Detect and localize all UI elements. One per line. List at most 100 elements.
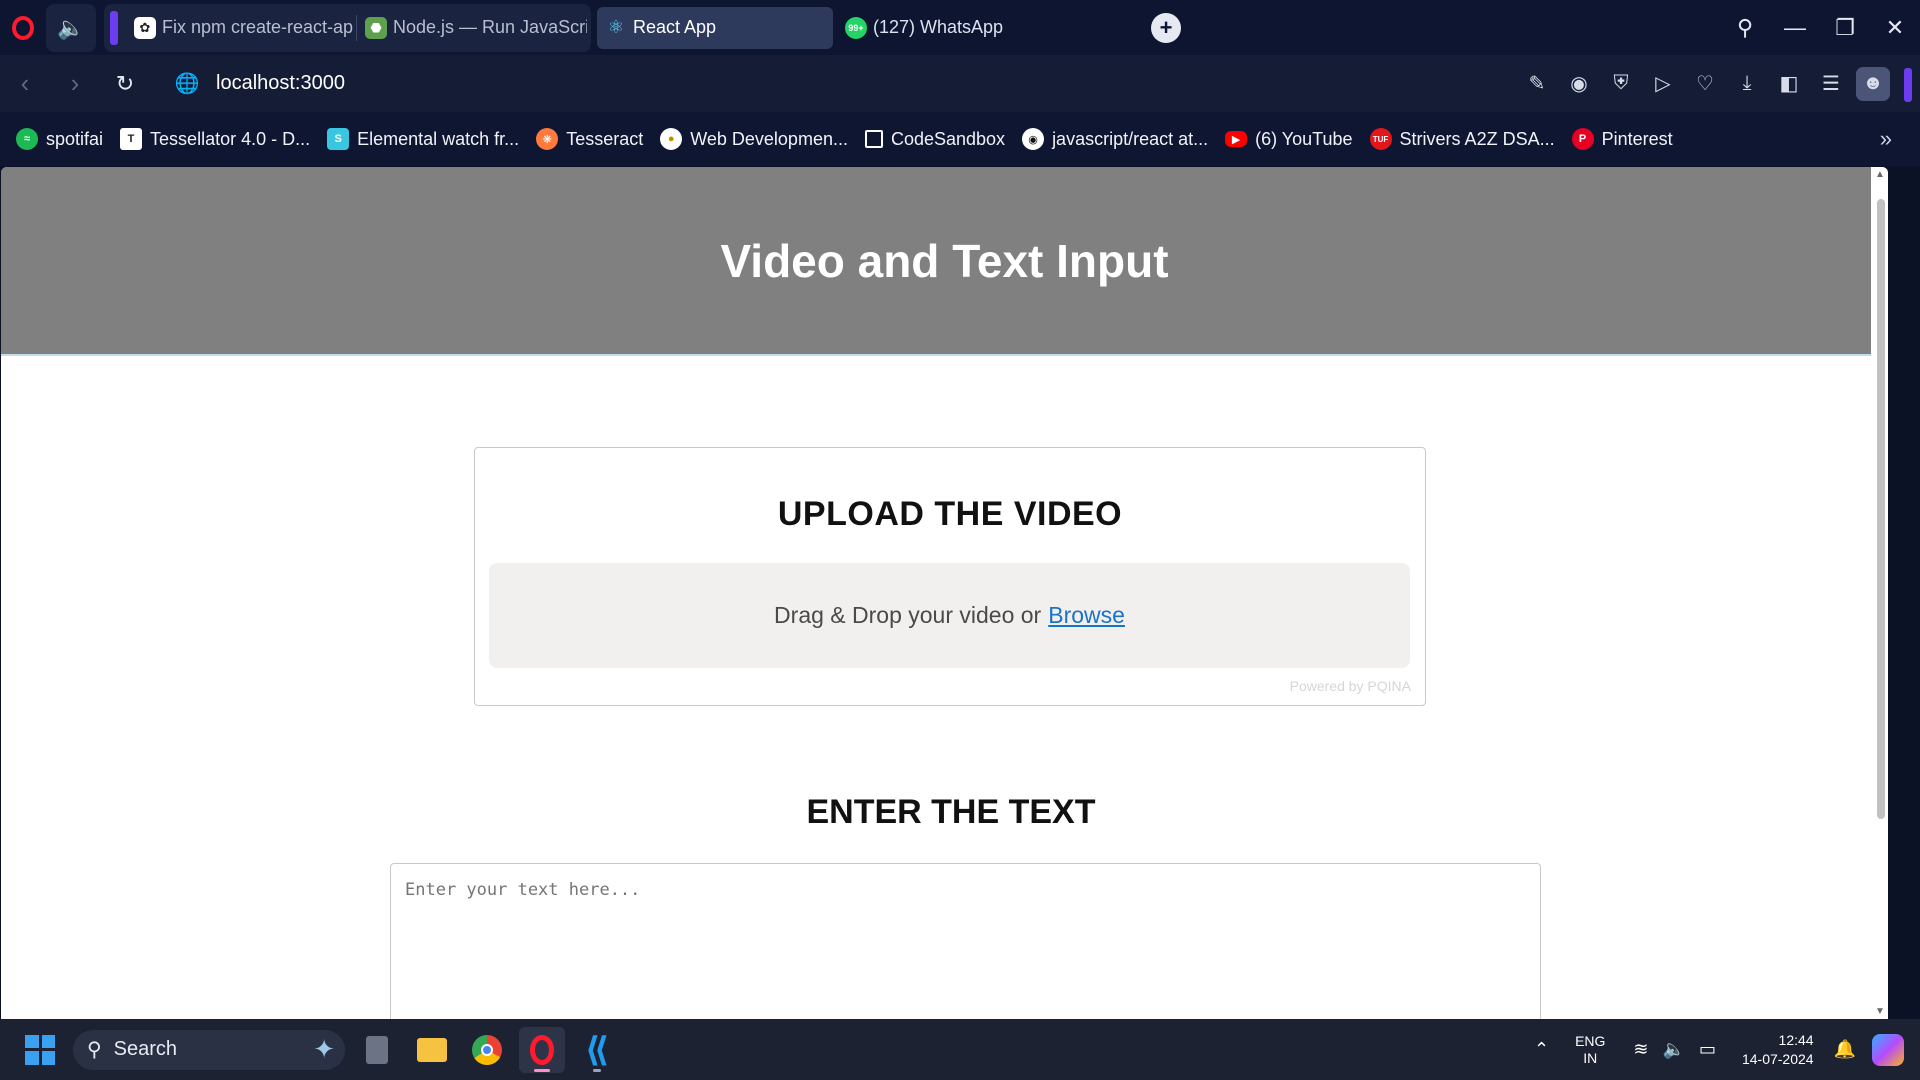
text-section-title: ENTER THE TEXT	[806, 793, 1096, 831]
web-dev-icon: ●	[660, 128, 683, 150]
tab-whatsapp[interactable]: 99+ (127) WhatsApp	[837, 7, 1067, 49]
tab-react-app[interactable]: ⚛ React App	[597, 6, 833, 49]
speaker-icon[interactable]: 🔈	[46, 3, 96, 52]
powered-by-label[interactable]: Powered by PQINA	[1290, 678, 1411, 694]
tessellator-icon: T	[120, 128, 143, 150]
forward-icon[interactable]: ›	[50, 55, 100, 112]
clock-date: 14-07-2024	[1741, 1050, 1814, 1067]
opera-taskbar-icon[interactable]	[519, 1026, 565, 1073]
scrollbar-thumb[interactable]	[1877, 199, 1885, 819]
nodejs-icon: ⬣	[365, 16, 387, 39]
tab-fix-npm[interactable]: ✿ Fix npm create-react-ap	[126, 7, 356, 49]
reload-icon[interactable]: ↻	[100, 55, 150, 112]
globe-icon[interactable]: 🌐	[172, 71, 202, 96]
bookmark-label: (6) YouTube	[1255, 128, 1353, 149]
bookmark-pinterest[interactable]: P Pinterest	[1571, 128, 1673, 150]
bookmark-elemental[interactable]: S Elemental watch fr...	[327, 128, 519, 150]
search-highlight-icon: ✦	[313, 1034, 335, 1064]
scroll-down-icon[interactable]: ▼	[1875, 1006, 1885, 1017]
bookmark-github-react[interactable]: ◉ javascript/react at...	[1022, 128, 1208, 150]
github-icon: ◉	[1022, 128, 1045, 150]
download-icon[interactable]: ⤓	[1726, 72, 1768, 95]
back-icon[interactable]: ‹	[0, 55, 50, 112]
volume-icon[interactable]: 🔈	[1663, 1039, 1685, 1060]
new-tab-button[interactable]: +	[1151, 12, 1181, 43]
bookmark-label: Strivers A2Z DSA...	[1399, 128, 1555, 149]
address-bar: ‹ › ↻ 🌐 localhost:3000 ✎ ◉ ⛨ ▷ ♡ ⤓ ◧ ☰ ☻	[0, 55, 1920, 112]
tab-label: Fix npm create-react-ap	[162, 17, 354, 37]
chatgpt-icon: ✿	[134, 16, 156, 39]
youtube-icon: ▶	[1225, 131, 1248, 147]
tuf-icon: TUF	[1369, 128, 1392, 150]
heart-icon[interactable]: ♡	[1684, 71, 1726, 96]
camera-icon[interactable]: ◉	[1558, 71, 1600, 96]
wifi-icon[interactable]: ≋	[1633, 1039, 1648, 1060]
flow-icon[interactable]: ▷	[1642, 71, 1684, 96]
bookmark-tesseract[interactable]: ❋ Tesseract	[536, 128, 643, 150]
profile-icon[interactable]: ☻	[1856, 66, 1890, 101]
bookmark-web-development[interactable]: ● Web Developmen...	[660, 128, 848, 150]
page-scrollbar[interactable]: ▲ ▼	[1871, 167, 1888, 1019]
page-viewport: Video and Text Input UPLOAD THE VIDEO Dr…	[1, 167, 1888, 1019]
video-dropzone[interactable]: Drag & Drop your video or Browse	[489, 563, 1410, 668]
tab-nodejs[interactable]: ⬣ Node.js — Run JavaScrip	[357, 7, 587, 49]
battery-icon[interactable]: ▭	[1699, 1039, 1716, 1060]
tab-label: React App	[633, 17, 717, 37]
opera-logo-icon[interactable]	[0, 0, 46, 55]
share-icon[interactable]: ✎	[1516, 71, 1558, 96]
taskbar-search[interactable]: ⚲ Search ✦	[73, 1029, 345, 1070]
easy-setup-icon[interactable]: ☰	[1810, 71, 1852, 96]
copilot-icon[interactable]	[1872, 1033, 1904, 1066]
page-header: Video and Text Input	[1, 167, 1888, 356]
codesandbox-icon	[864, 130, 883, 148]
spotify-icon: ≈	[16, 128, 38, 150]
more-bookmarks-icon[interactable]: »	[1880, 112, 1892, 166]
close-icon[interactable]: ✕	[1870, 15, 1920, 41]
upload-card: UPLOAD THE VIDEO Drag & Drop your video …	[474, 447, 1426, 706]
upload-title: UPLOAD THE VIDEO	[777, 495, 1123, 533]
dropzone-text: Drag & Drop your video or	[774, 602, 1042, 628]
bookmark-strivers[interactable]: TUF Strivers A2Z DSA...	[1369, 128, 1555, 150]
language-indicator[interactable]: ENG IN	[1575, 1033, 1605, 1067]
vscode-icon[interactable]: ⟪	[574, 1027, 620, 1073]
restore-icon[interactable]: ❐	[1820, 15, 1870, 41]
tab-group-marker[interactable]	[110, 10, 118, 45]
react-icon: ⚛	[607, 17, 625, 37]
bookmark-label: Tesseract	[566, 128, 644, 149]
windows-start-icon[interactable]	[25, 1034, 55, 1065]
bookmark-label: CodeSandbox	[890, 128, 1006, 149]
bookmark-tessellator[interactable]: T Tessellator 4.0 - D...	[120, 128, 310, 150]
search-tabs-icon[interactable]: ⚲	[1720, 15, 1770, 41]
sidebar-accent	[1904, 68, 1912, 102]
bookmark-spotifai[interactable]: ≈ spotifai	[16, 128, 103, 150]
tab-group: ✿ Fix npm create-react-ap ⬣ Node.js — Ru…	[104, 3, 591, 52]
bookmark-label: javascript/react at...	[1052, 128, 1209, 149]
text-input[interactable]	[390, 863, 1541, 1019]
chrome-icon[interactable]	[464, 1027, 510, 1073]
elemental-icon: S	[327, 128, 350, 150]
tab-label: Node.js — Run JavaScrip	[393, 17, 587, 37]
bookmark-label: Elemental watch fr...	[357, 128, 520, 149]
url-field[interactable]: localhost:3000	[216, 72, 345, 95]
address-bar-actions: ✎ ◉ ⛨ ▷ ♡ ⤓ ◧ ☰ ☻	[1516, 55, 1890, 112]
tesseract-icon: ❋	[536, 128, 559, 150]
clock[interactable]: 12:44 14-07-2024	[1742, 1031, 1814, 1069]
minimize-icon[interactable]: —	[1770, 15, 1820, 41]
system-tray: ⌃ ENG IN ≋ 🔈 ▭ 12:44 14-07-2024 🔔	[1534, 1019, 1920, 1080]
browse-link[interactable]: Browse	[1048, 602, 1125, 629]
scroll-up-icon[interactable]: ▲	[1875, 169, 1885, 180]
chevron-up-icon[interactable]: ⌃	[1534, 1039, 1549, 1060]
shield-icon[interactable]: ⛨	[1600, 72, 1642, 95]
tab-bar: 🔈 ✿ Fix npm create-react-ap ⬣ Node.js — …	[0, 0, 1920, 55]
file-explorer-icon[interactable]	[409, 1027, 455, 1073]
bookmark-youtube[interactable]: ▶ (6) YouTube	[1225, 128, 1353, 150]
calculator-icon[interactable]	[354, 1027, 400, 1073]
bookmark-label: Tessellator 4.0 - D...	[150, 128, 311, 149]
taskbar-search-label: Search	[113, 1038, 178, 1060]
page-title: Video and Text Input	[720, 234, 1169, 287]
clock-time: 12:44	[1778, 1031, 1814, 1048]
sidebar-toggle-icon[interactable]: ◧	[1768, 71, 1810, 96]
notification-bell-icon[interactable]: 🔔	[1834, 1039, 1856, 1060]
whatsapp-icon: 99+	[845, 16, 867, 39]
bookmark-codesandbox[interactable]: CodeSandbox	[864, 128, 1006, 150]
